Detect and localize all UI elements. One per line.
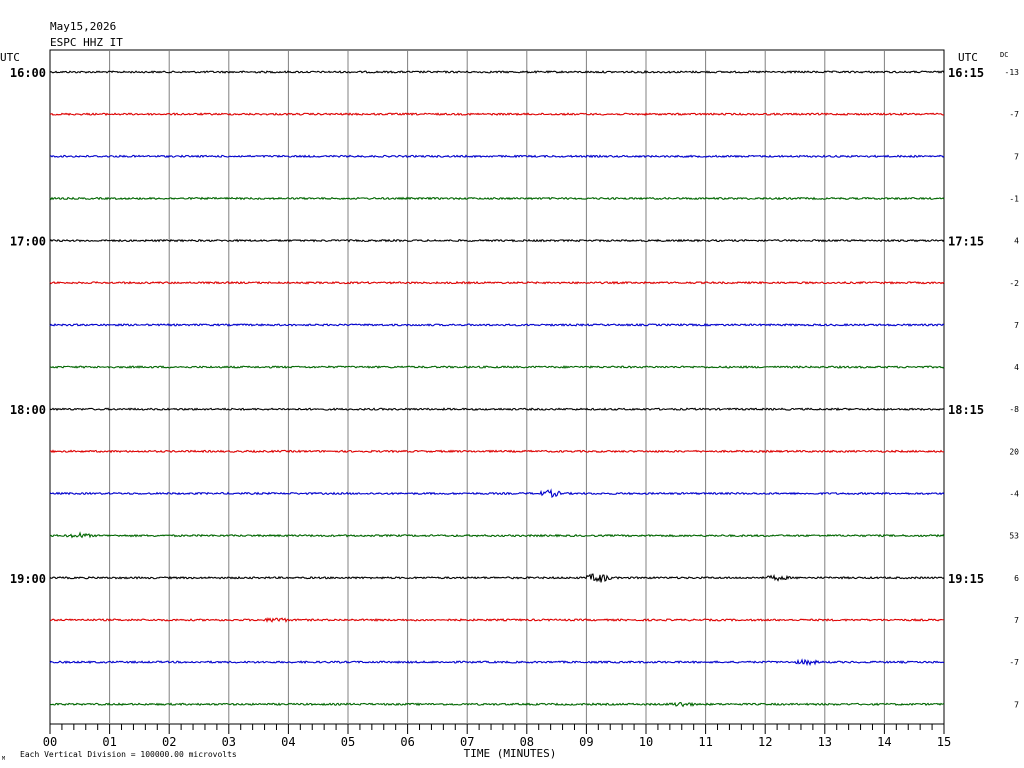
plot-grid <box>49 49 945 725</box>
trace-row-14 <box>49 658 945 667</box>
dc-offset-labels: -13 -7 7 -1 4 -2 7 4 -8 20 -4 53 6 7 -7 7 <box>1005 68 1020 709</box>
seismogram-chart: May15,2026 ESPC HHZ IT UTC UTC DC 16:001… <box>0 20 1020 762</box>
dc-offset-label: 6 <box>1014 574 1019 583</box>
hour-label-left: 16:00 <box>10 66 46 80</box>
dc-offset-label: -2 <box>1009 279 1019 288</box>
hour-label-right: 16:15 <box>948 66 984 80</box>
scale-footer: Each Vertical Division = 100000.00 micro… <box>20 750 237 759</box>
trace-row-10 <box>49 488 945 498</box>
plot-frame <box>49 49 945 725</box>
dc-offset-label: 53 <box>1009 532 1019 541</box>
dc-offset-label: -8 <box>1009 405 1019 414</box>
dc-offset-label: -13 <box>1005 68 1020 77</box>
trace-group <box>49 70 945 708</box>
x-tick-label: 13 <box>818 735 832 749</box>
station-label: ESPC HHZ IT <box>50 36 123 49</box>
x-tick-label: 11 <box>698 735 712 749</box>
trace-row-8 <box>49 407 945 412</box>
hour-label-left: 19:00 <box>10 572 46 586</box>
trace-row-11 <box>49 531 945 539</box>
trace-row-12 <box>49 573 945 583</box>
utc-left-label: UTC <box>0 51 20 64</box>
x-tick-label: 14 <box>877 735 891 749</box>
x-tick-label: 05 <box>341 735 355 749</box>
x-tick-label: 00 <box>43 735 57 749</box>
dc-offset-label: -4 <box>1009 490 1019 499</box>
x-tick-label: 10 <box>639 735 653 749</box>
hour-label-left: 18:00 <box>10 403 46 417</box>
trace-row-13 <box>49 617 945 623</box>
utc-right-label: UTC <box>958 51 978 64</box>
corner-mark: M <box>2 756 5 762</box>
dc-header-label: DC <box>1000 51 1008 59</box>
dc-offset-label: 7 <box>1014 616 1019 625</box>
trace-row-2 <box>49 154 945 159</box>
trace-row-1 <box>49 112 945 117</box>
x-axis-title: TIME (MINUTES) <box>464 747 557 760</box>
x-tick-label: 12 <box>758 735 772 749</box>
dc-offset-label: 7 <box>1014 321 1019 330</box>
x-tick-label: 15 <box>937 735 951 749</box>
trace-row-15 <box>49 701 945 708</box>
hour-label-right: 17:15 <box>948 235 984 249</box>
trace-row-4 <box>49 238 945 243</box>
dc-offset-label: -7 <box>1009 110 1019 119</box>
hour-label-right: 18:15 <box>948 403 984 417</box>
trace-row-3 <box>49 196 945 201</box>
trace-row-5 <box>49 280 945 285</box>
hour-labels-left: 16:00 17:00 18:00 19:00 <box>10 66 46 586</box>
dc-offset-label: -1 <box>1009 194 1019 203</box>
dc-offset-label: 20 <box>1009 447 1019 456</box>
x-tick-label: 02 <box>162 735 176 749</box>
x-tick-label: 01 <box>102 735 116 749</box>
trace-row-7 <box>49 365 945 369</box>
x-tick-label: 03 <box>222 735 236 749</box>
hour-label-left: 17:00 <box>10 235 46 249</box>
x-tick-label: 04 <box>281 735 295 749</box>
trace-row-6 <box>49 323 945 327</box>
x-tick-label: 09 <box>579 735 593 749</box>
trace-row-0 <box>49 70 945 74</box>
x-tick-label: 06 <box>400 735 414 749</box>
dc-offset-label: 4 <box>1014 237 1019 246</box>
trace-row-9 <box>49 449 945 454</box>
dc-offset-label: -7 <box>1009 658 1019 667</box>
hour-label-right: 19:15 <box>948 572 984 586</box>
x-axis: 00 01 02 03 04 05 06 07 08 09 10 11 12 13 14 15 <box>43 724 951 749</box>
hour-labels-right: 16:15 17:15 18:15 19:15 <box>948 66 984 586</box>
dc-offset-label: 7 <box>1014 700 1019 709</box>
dc-offset-label: 4 <box>1014 363 1019 372</box>
dc-offset-label: 7 <box>1014 152 1019 161</box>
date-label: May15,2026 <box>50 20 116 33</box>
